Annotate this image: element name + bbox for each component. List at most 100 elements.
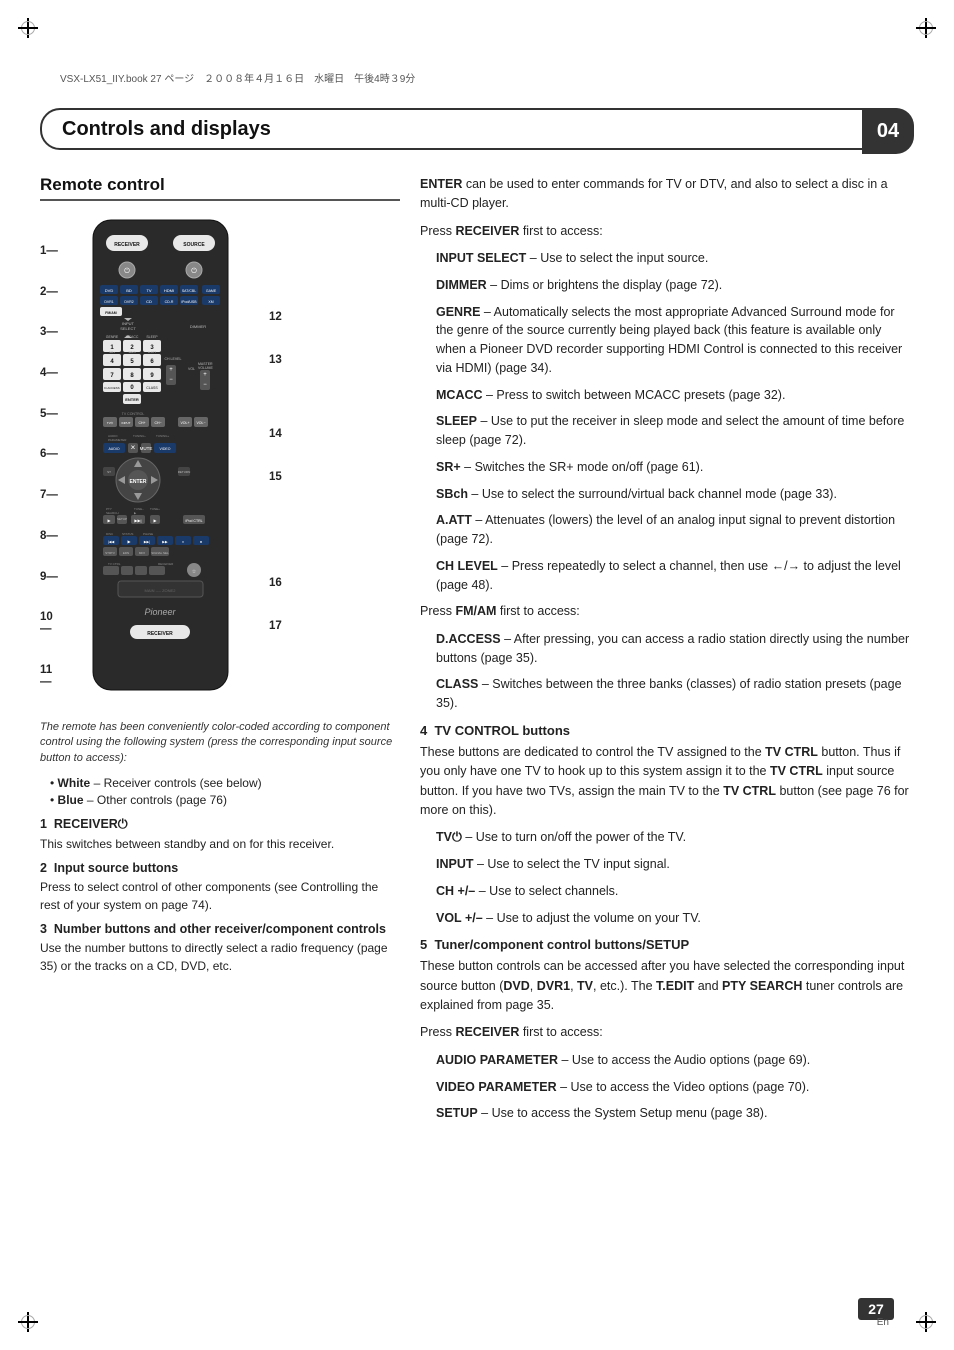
item-dimmer: DIMMER – Dims or brightens the display (… [436,276,914,295]
svg-text:BD: BD [126,288,132,293]
svg-text:MAIN ---- ZONE2: MAIN ---- ZONE2 [145,588,177,593]
svg-text:EDN: EDN [123,551,129,555]
svg-text:SETUP: SETUP [117,517,127,521]
bullet-blue: Blue – Other controls (page 76) [50,793,400,807]
corner-mark-bl [18,1312,38,1332]
enter-para: ENTER can be used to enter commands for … [420,175,914,214]
svg-text:TUNING−: TUNING− [133,434,146,438]
svg-text:RECEIVER: RECEIVER [114,242,140,248]
svg-text:−: − [203,382,207,388]
svg-text:RECEIVER: RECEIVER [158,562,174,566]
main-content: Remote control 1— 2— 3— 4— 5— 6— 7— 8— 9… [40,175,914,1290]
svg-text:PHASE: PHASE [143,532,153,536]
svg-text:RETURN: RETURN [178,470,191,474]
item-aatt: A.ATT – Attenuates (lowers) the level of… [436,511,914,549]
svg-text:×: × [131,443,136,452]
svg-text:STATUS: STATUS [122,532,133,536]
chapter-badge: 04 [862,108,914,154]
svg-text:HDMI: HDMI [164,288,174,293]
item-class: CLASS – Switches between the three banks… [436,675,914,713]
svg-text:STRTV: STRTV [105,551,115,555]
svg-text:CH−: CH− [154,421,161,425]
left-column: Remote control 1— 2— 3— 4— 5— 6— 7— 8— 9… [40,175,400,1290]
corner-mark-tr [916,18,936,38]
svg-text:+: + [169,367,173,373]
header-bar: Controls and displays 04 [40,108,914,150]
remote-image: RECEIVER SOURCE ⏻ ⏻ DVD BD TV [78,215,253,708]
section-4-tv-control: 4 TV CONTROL buttons These buttons are d… [420,723,914,928]
item-genre: GENRE – Automatically selects the most a… [436,303,914,378]
svg-text:TUNE+: TUNE+ [150,507,160,511]
corner-mark-tl [18,18,38,38]
svg-text:−: − [169,377,173,383]
svg-text:TV⏻: TV⏻ [107,421,114,425]
svg-text:⏻: ⏻ [191,267,197,275]
svg-text:SAT/CBL: SAT/CBL [182,289,196,293]
svg-text:MFX: MFX [139,551,145,555]
svg-text:PARAMETER: PARAMETER [108,438,127,442]
item-audio-param: AUDIO PARAMETER – Use to access the Audi… [436,1051,914,1070]
svg-text:ENTER: ENTER [125,397,139,402]
svg-text:▶▶|: ▶▶| [144,540,151,544]
svg-text:CH+: CH+ [138,421,145,425]
press-fmam-note: Press FM/AM first to access: [420,602,914,621]
svg-text:SIGNAL SEL: SIGNAL SEL [151,551,169,555]
svg-text:MUTE: MUTE [140,446,153,451]
remote-caption: The remote has been conveniently color-c… [40,720,400,766]
item-input-select: INPUT SELECT – Use to select the input s… [436,249,914,268]
press-receiver-note: Press RECEIVER first to access: [420,222,914,241]
svg-text:SR+: SR+ [109,350,115,354]
svg-text:ENTER: ENTER [130,479,147,485]
svg-text:Pioneer: Pioneer [144,607,176,617]
svg-text:TV CONTROL: TV CONTROL [122,412,145,416]
svg-text:SBch: SBch [128,350,136,354]
svg-text:MCACC: MCACC [126,335,139,339]
svg-text:TV: TV [146,288,151,293]
item-setup: SETUP – Use to access the System Setup m… [436,1104,914,1123]
svg-text:iPod CTRL: iPod CTRL [185,519,202,523]
svg-text:TV CTRL: TV CTRL [108,562,121,566]
svg-text:CH LEVEL: CH LEVEL [165,357,182,361]
svg-text:DISC: DISC [106,532,114,536]
svg-text:AUDIO: AUDIO [108,447,119,451]
svg-text:VOL−: VOL− [196,421,205,425]
svg-text:+: + [203,372,207,378]
svg-text:VOLUME: VOLUME [198,366,213,370]
press-receiver-note-2: Press RECEIVER first to access: [420,1023,914,1042]
svg-text:CLASS: CLASS [146,386,158,390]
item-sleep: SLEEP – Use to put the receiver in sleep… [436,412,914,450]
svg-text:DVR1: DVR1 [104,300,113,304]
svg-text:SEARCH: SEARCH [106,511,119,515]
item-tv-input: INPUT – Use to select the TV input signa… [436,855,914,874]
item-ch-level: CH LEVEL – Press repeatedly to select a … [436,557,914,595]
page-en-label: En [877,1317,889,1328]
remote-container: 1— 2— 3— 4— 5— 6— 7— 8— 9— 10— 11— [40,215,400,708]
svg-text:GENRE: GENRE [106,335,119,339]
item-tv-vol: VOL +/– – Use to adjust the volume on yo… [436,909,914,928]
svg-text:GAME: GAME [206,289,217,293]
svg-text:iPod/USB: iPod/USB [181,300,197,304]
svg-text:☆: ☆ [192,569,197,575]
svg-text:DVD: DVD [105,288,114,293]
item-daccess: D.ACCESS – After pressing, you can acces… [436,630,914,668]
item-sbch: SBch – Use to select the surround/virtua… [436,485,914,504]
svg-text:⏻: ⏻ [124,267,130,275]
page-title: Controls and displays [62,118,271,141]
svg-text:D.ACCESS: D.ACCESS [104,386,119,390]
section-2: 2 Input source buttons Press to select c… [40,861,400,914]
section-3: 3 Number buttons and other receiver/comp… [40,922,400,975]
item-tv-ch: CH +/– – Use to select channels. [436,882,914,901]
svg-text:VOL+: VOL+ [180,421,189,425]
svg-text:▶▶|: ▶▶| [134,518,141,523]
svg-text:SOURCE: SOURCE [183,242,205,248]
right-callouts: 12 13 14 15 16 17 [269,215,293,708]
svg-text:SLEEP: SLEEP [146,335,158,339]
section-1: 1 RECEIVER⏻ This switches between standb… [40,817,400,853]
bullet-white: White – Receiver controls (see below) [50,776,400,790]
svg-text:DIMMER: DIMMER [190,324,206,329]
file-info: VSX-LX51_IIY.book 27 ページ ２００８年４月１６日 水曜日 … [60,70,415,85]
item-tv-power: TV⏻ – Use to turn on/off the power of th… [436,828,914,847]
left-callouts: 1— 2— 3— 4— 5— 6— 7— 8— 9— 10— 11— [40,215,62,708]
svg-text:A.ATT: A.ATT [148,350,156,354]
bullet-list: White – Receiver controls (see below) Bl… [50,776,400,807]
